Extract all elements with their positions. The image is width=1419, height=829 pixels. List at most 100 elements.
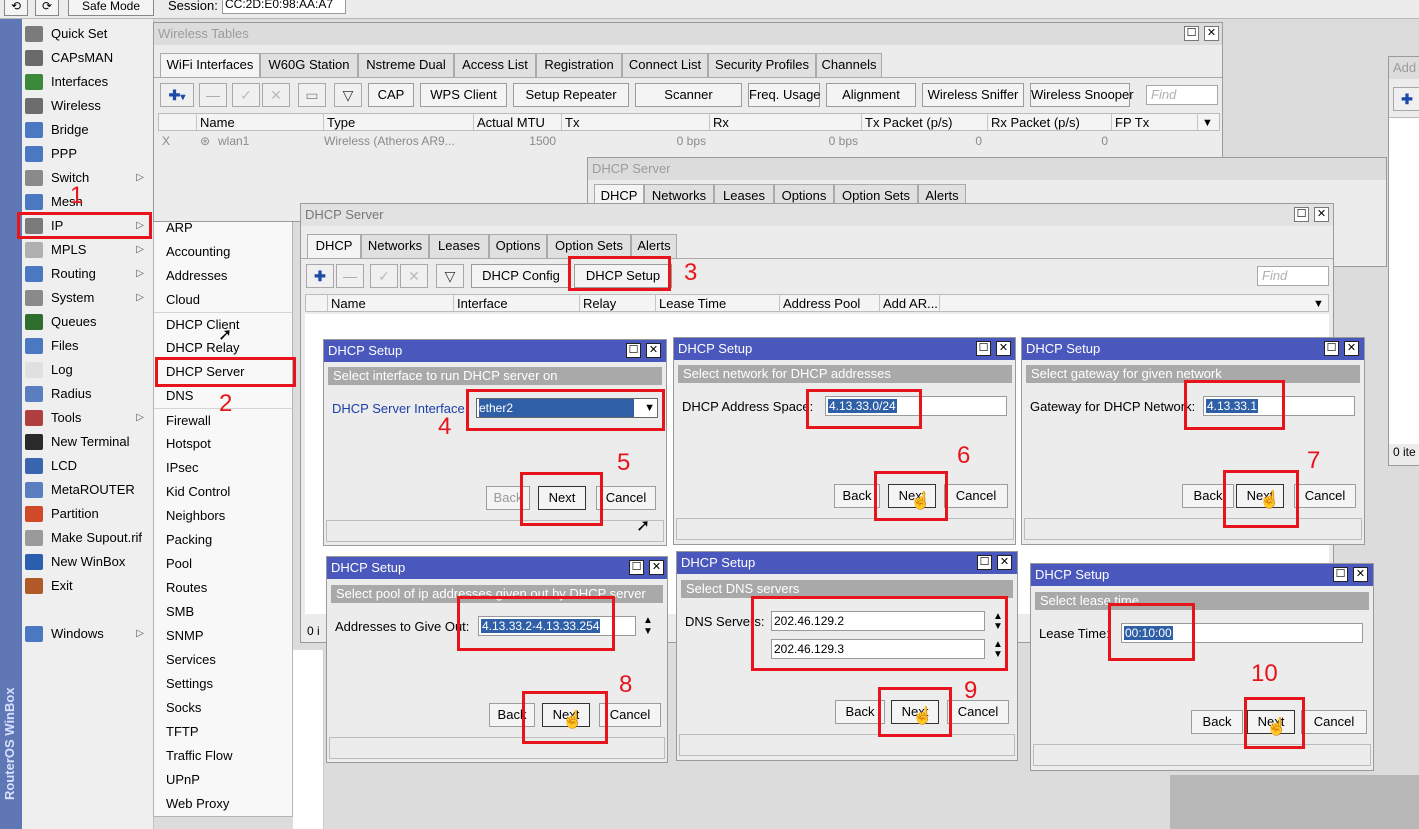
menu-item-log[interactable]: Log [22, 358, 152, 382]
submenu-item-routes[interactable]: Routes [154, 576, 292, 600]
tab-networks[interactable]: Networks [361, 234, 429, 258]
submenu-item-addresses[interactable]: Addresses [154, 264, 292, 288]
column-interface[interactable]: Interface [454, 295, 580, 311]
submenu-item-accounting[interactable]: Accounting [154, 240, 292, 264]
tab-registration[interactable]: Registration [536, 53, 622, 77]
menu-item-system[interactable]: System ▷ [22, 286, 152, 310]
wireless-snooper-button[interactable]: Wireless Snooper [1030, 83, 1134, 107]
cancel-button[interactable]: Cancel [599, 703, 661, 727]
disable-icon[interactable]: ✕ [400, 264, 428, 288]
cancel-button[interactable]: Cancel [1294, 484, 1356, 508]
column-name[interactable]: Name [328, 295, 454, 311]
cancel-button[interactable]: Cancel [1301, 710, 1367, 734]
submenu-item-socks[interactable]: Socks [154, 696, 292, 720]
submenu-item-tftp[interactable]: TFTP [154, 720, 292, 744]
tab-w60g-station[interactable]: W60G Station [260, 53, 358, 77]
column-add-arp[interactable]: Add AR... [880, 295, 940, 311]
menu-item-quick-set[interactable]: Quick Set [22, 22, 152, 46]
submenu-item-hotspot[interactable]: Hotspot [154, 432, 292, 456]
enable-icon[interactable]: ✓ [370, 264, 398, 288]
tab-wifi-interfaces[interactable]: WiFi Interfaces [160, 53, 260, 77]
menu-item-bridge[interactable]: Bridge [22, 118, 152, 142]
menu-item-partition[interactable]: Partition [22, 502, 152, 526]
menu-item-queues[interactable]: Queues [22, 310, 152, 334]
close-icon[interactable]: ✕ [649, 560, 664, 575]
menu-item-new-winbox[interactable]: New WinBox [22, 550, 152, 574]
menu-item-mesh[interactable]: Mesh [22, 190, 152, 214]
columns-dropdown-icon[interactable]: ▼ [1199, 114, 1219, 130]
maximize-icon[interactable]: ☐ [629, 560, 644, 575]
menu-item-new-terminal[interactable]: New Terminal [22, 430, 152, 454]
safe-mode-button[interactable]: Safe Mode [68, 0, 154, 16]
column-lease-time[interactable]: Lease Time [656, 295, 780, 311]
remove-icon[interactable]: — [199, 83, 227, 107]
column-type[interactable]: Type [324, 114, 474, 130]
maximize-icon[interactable]: ☐ [1184, 26, 1199, 41]
find-input[interactable]: Find [1257, 266, 1329, 286]
maximize-icon[interactable]: ☐ [1324, 341, 1339, 356]
tab-alerts[interactable]: Alerts [631, 234, 677, 258]
close-icon[interactable]: ✕ [996, 341, 1011, 356]
add-icon[interactable]: ✚ [1393, 87, 1419, 111]
setup-repeater-button[interactable]: Setup Repeater [513, 83, 629, 107]
column-fp-tx[interactable]: FP Tx [1112, 114, 1198, 130]
tab-option-sets[interactable]: Option Sets [547, 234, 631, 258]
tab-connect-list[interactable]: Connect List [622, 53, 708, 77]
column-rx[interactable]: Rx [710, 114, 862, 130]
submenu-item-web-proxy[interactable]: Web Proxy [154, 792, 292, 816]
cancel-button[interactable]: Cancel [596, 486, 656, 510]
tab-leases[interactable]: Leases [429, 234, 489, 258]
tab-access-list[interactable]: Access List [454, 53, 536, 77]
close-icon[interactable]: ✕ [1353, 567, 1368, 582]
menu-item-switch[interactable]: Switch ▷ [22, 166, 152, 190]
alignment-button[interactable]: Alignment [826, 83, 916, 107]
submenu-item-upnp[interactable]: UPnP [154, 768, 292, 792]
menu-item-tools[interactable]: Tools ▷ [22, 406, 152, 430]
column-rx-packet[interactable]: Rx Packet (p/s) [988, 114, 1112, 130]
remove-icon[interactable]: — [336, 264, 364, 288]
comment-icon[interactable]: ▭ [298, 83, 326, 107]
menu-item-ppp[interactable]: PPP [22, 142, 152, 166]
tab-dhcp[interactable]: DHCP [307, 234, 361, 258]
menu-item-mpls[interactable]: MPLS ▷ [22, 238, 152, 262]
menu-item-windows[interactable]: Windows ▷ [22, 622, 152, 646]
submenu-item-cloud[interactable]: Cloud [154, 288, 292, 312]
menu-item-interfaces[interactable]: Interfaces [22, 70, 152, 94]
menu-item-lcd[interactable]: LCD [22, 454, 152, 478]
add-icon[interactable]: ✚▾ [160, 83, 194, 107]
freq-usage-button[interactable]: Freq. Usage [748, 83, 821, 107]
maximize-icon[interactable]: ☐ [1294, 207, 1309, 222]
submenu-item-ipsec[interactable]: IPsec [154, 456, 292, 480]
disable-icon[interactable]: ✕ [262, 83, 290, 107]
column-actual-mtu[interactable]: Actual MTU [474, 114, 562, 130]
close-icon[interactable]: ✕ [997, 555, 1012, 570]
wps-client-button[interactable]: WPS Client [420, 83, 507, 107]
submenu-item-smb[interactable]: SMB [154, 600, 292, 624]
maximize-icon[interactable]: ☐ [977, 555, 992, 570]
table-row[interactable]: X ⊛ wlan1 Wireless (Atheros AR9... 1500 … [158, 133, 1220, 150]
columns-dropdown-icon[interactable]: ▼ [1310, 295, 1328, 311]
close-icon[interactable]: ✕ [1204, 26, 1219, 41]
menu-item-exit[interactable]: Exit [22, 574, 152, 598]
maximize-icon[interactable]: ☐ [976, 341, 991, 356]
redo-icon[interactable]: ⟳ [35, 0, 59, 16]
maximize-icon[interactable]: ☐ [626, 343, 641, 358]
cap-button[interactable]: CAP [368, 83, 414, 107]
submenu-item-traffic-flow[interactable]: Traffic Flow [154, 744, 292, 768]
stepper-icon[interactable]: ▲ ▼ [643, 615, 653, 637]
menu-item-make-supout-rif[interactable]: Make Supout.rif [22, 526, 152, 550]
cancel-button[interactable]: Cancel [947, 700, 1009, 724]
menu-item-wireless[interactable]: Wireless [22, 94, 152, 118]
menu-item-metarouter[interactable]: MetaROUTER [22, 478, 152, 502]
close-icon[interactable]: ✕ [1314, 207, 1329, 222]
menu-item-radius[interactable]: Radius [22, 382, 152, 406]
tab-nstreme-dual[interactable]: Nstreme Dual [358, 53, 454, 77]
submenu-item-services[interactable]: Services [154, 648, 292, 672]
column-name[interactable]: Name [197, 114, 324, 130]
dhcp-config-button[interactable]: DHCP Config [471, 264, 571, 288]
menu-item-files[interactable]: Files [22, 334, 152, 358]
column-address-pool[interactable]: Address Pool [780, 295, 880, 311]
tab-channels[interactable]: Channels [816, 53, 882, 77]
maximize-icon[interactable]: ☐ [1333, 567, 1348, 582]
submenu-item-snmp[interactable]: SNMP [154, 624, 292, 648]
